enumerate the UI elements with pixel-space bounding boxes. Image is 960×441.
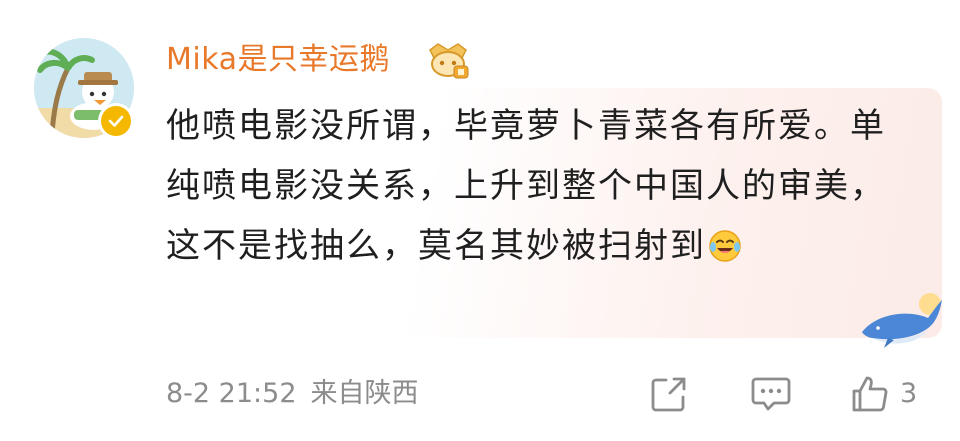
username[interactable]: Mika是只幸运鹅: [166, 38, 390, 82]
comment-text: 他喷电影没所谓，毕竟萝卜青菜各有所爱。单纯喷电影没关系，上升到整个中国人的审美，…: [166, 106, 886, 266]
comment-meta: 8-2 21:52 来自陕西: [166, 374, 419, 414]
whale-decoration-icon: [858, 292, 944, 350]
verified-badge-icon: [98, 103, 134, 139]
thumbs-up-icon: [850, 374, 890, 414]
share-button[interactable]: [650, 372, 690, 416]
comment-time: 8-2 21:52: [166, 378, 297, 409]
comment-body: 他喷电影没所谓，毕竟萝卜青菜各有所爱。单纯喷电影没关系，上升到整个中国人的审美，…: [166, 96, 886, 276]
like-count: 3: [900, 378, 918, 409]
laugh-cry-emoji-icon: [708, 222, 742, 262]
comment-location: 来自陕西: [310, 378, 419, 409]
like-button[interactable]: 3: [850, 372, 930, 416]
comment-icon: [750, 375, 792, 413]
fan-level-badge-icon[interactable]: [424, 40, 472, 80]
comment-item: Mika是只幸运鹅 他喷电影没所谓，毕竟萝卜青菜各有所爱。单纯喷电影没关系，上升…: [0, 0, 960, 441]
comment-button[interactable]: [750, 372, 794, 416]
share-icon: [650, 375, 688, 413]
